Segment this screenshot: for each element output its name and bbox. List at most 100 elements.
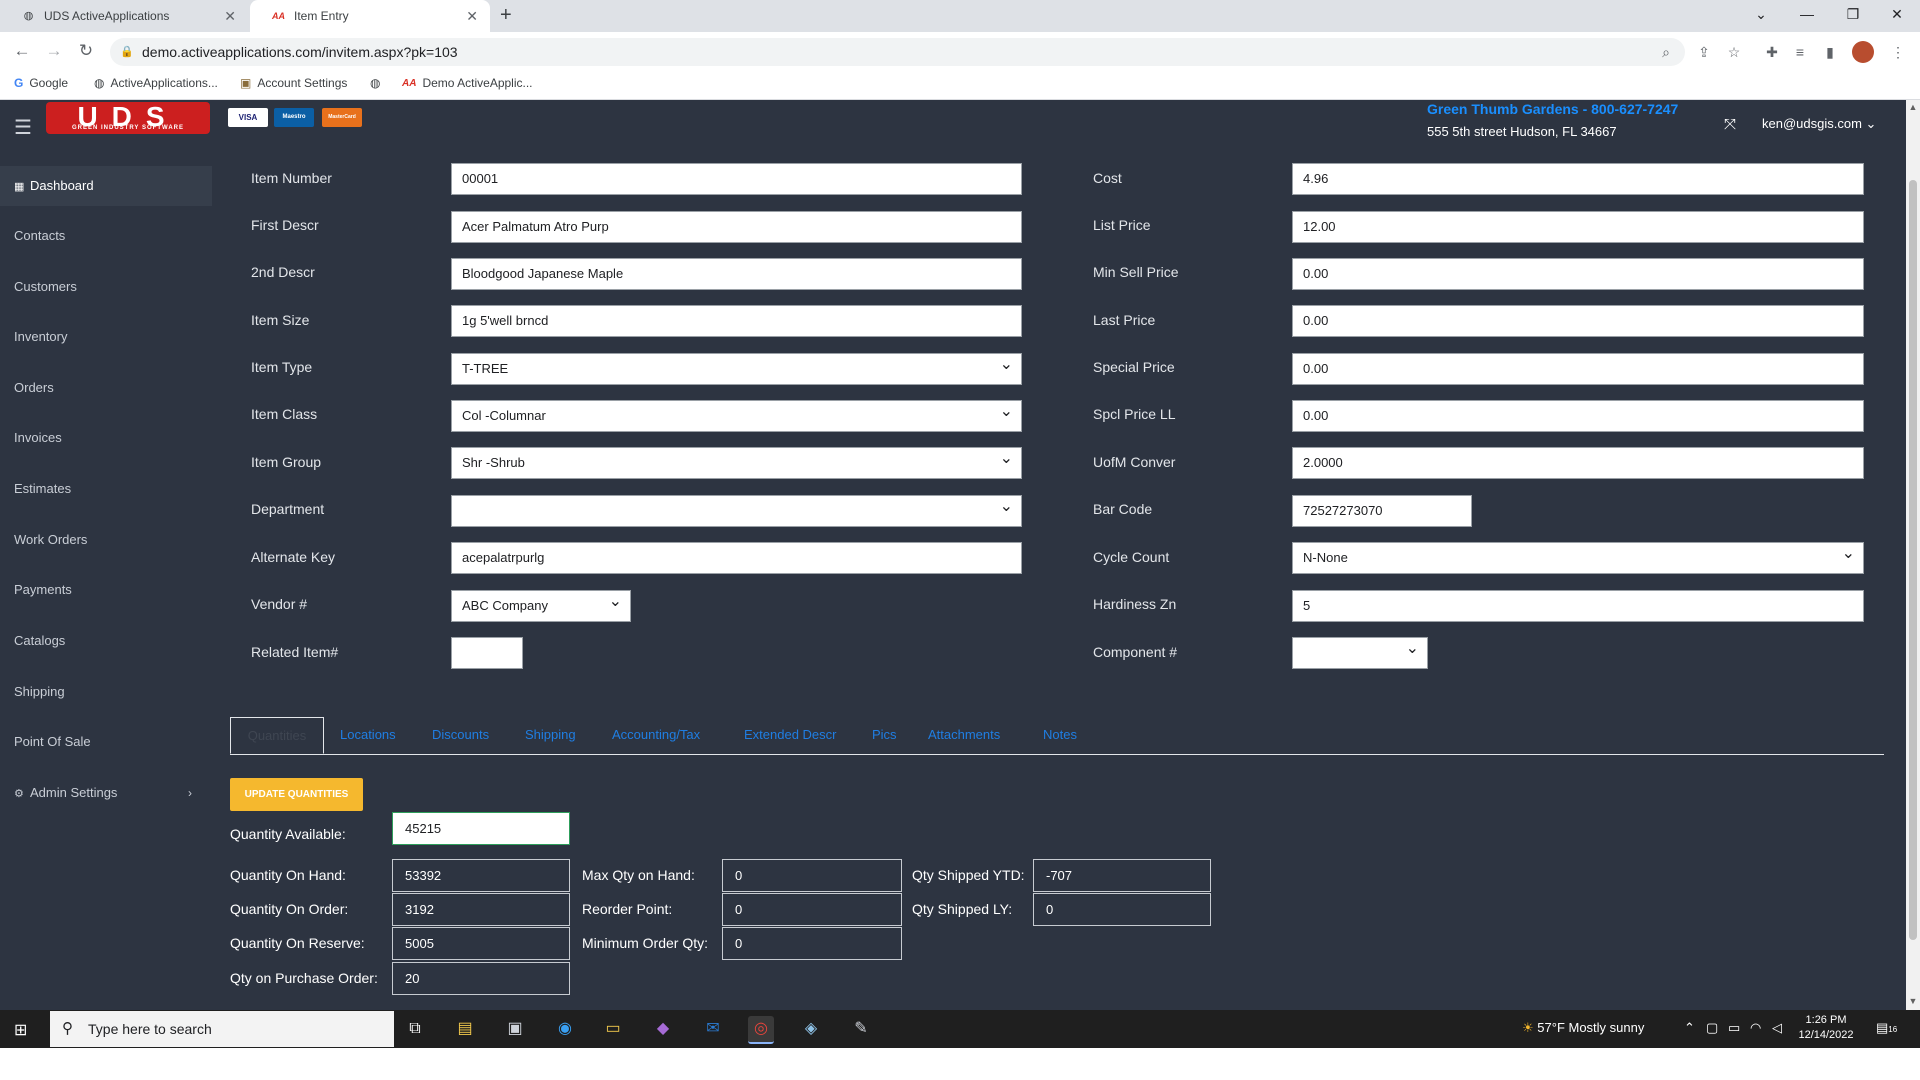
weather-widget[interactable]: ☀ 57°F Mostly sunny (1522, 1020, 1644, 1036)
zoom-icon[interactable]: ⌕ (1656, 42, 1676, 62)
browser-tab-uds[interactable]: ◍ UDS ActiveApplications ✕ (0, 0, 248, 32)
page-scrollbar-thumb[interactable] (1909, 180, 1917, 940)
bookmark-activeapplications[interactable]: ◍ ActiveApplications... (94, 76, 218, 90)
windows-start-icon[interactable]: ⊞ (14, 1020, 27, 1040)
related-item-input[interactable] (451, 637, 523, 669)
fullscreen-icon[interactable]: ⤧ (1724, 116, 1736, 133)
minimize-icon[interactable]: — (1784, 0, 1830, 32)
sidebar-item-point-of-sale[interactable]: Point Of Sale (0, 722, 212, 762)
share-icon[interactable]: ⇪ (1694, 42, 1714, 62)
battery-icon[interactable]: ▭ (1728, 1020, 1740, 1036)
sidebar-item-contacts[interactable]: Contacts (0, 216, 212, 256)
tab-attachments[interactable]: Attachments (928, 727, 1000, 742)
globe-icon[interactable]: ◍ (370, 76, 380, 90)
qty-on-purchase-order-input[interactable]: 20 (392, 962, 570, 995)
sidebar-item-shipping[interactable]: Shipping (0, 672, 212, 712)
vendor-select[interactable]: ABC Company (451, 587, 631, 622)
reorder-point-input[interactable]: 0 (722, 893, 902, 926)
outlook-icon[interactable]: ✉ (700, 1016, 726, 1042)
edge-icon[interactable]: ◉ (552, 1016, 578, 1042)
bookmark-demo-activeapplic[interactable]: AA Demo ActiveApplic... (402, 76, 533, 90)
notifications-icon[interactable]: ▤16 (1876, 1020, 1897, 1036)
tab-search-icon[interactable]: ⌄ (1738, 0, 1784, 32)
tray-chevron-up-icon[interactable]: ⌃ (1684, 1020, 1695, 1036)
bookmark-star-icon[interactable]: ☆ (1724, 42, 1744, 62)
forward-arrow-icon[interactable]: → (43, 40, 65, 62)
user-menu[interactable]: ken@udsgis.com ⌄ (1762, 116, 1876, 132)
tab-locations[interactable]: Locations (340, 727, 396, 742)
spcl-price-ll-input[interactable]: 0.00 (1292, 400, 1864, 432)
tab-notes[interactable]: Notes (1043, 727, 1077, 742)
reading-list-icon[interactable]: ≡ (1790, 42, 1810, 62)
tab-pics[interactable]: Pics (872, 727, 897, 742)
sidebar-item-payments[interactable]: Payments (0, 570, 212, 610)
item-type-select[interactable]: T-TREE (451, 350, 1022, 385)
volume-icon[interactable]: ◁ (1772, 1020, 1782, 1036)
min-sell-price-input[interactable]: 0.00 (1292, 258, 1864, 290)
side-panel-icon[interactable]: ▮ (1820, 42, 1840, 62)
department-select[interactable] (451, 492, 1022, 527)
quantity-on-hand-input[interactable]: 53392 (392, 859, 570, 892)
file-explorer-icon[interactable]: ▭ (600, 1016, 626, 1042)
sidebar-item-catalogs[interactable]: Catalogs (0, 621, 212, 661)
item-size-input[interactable]: 1g 5'well brncd (451, 305, 1022, 337)
tab-quantities[interactable]: Quantities (230, 717, 324, 754)
close-tab-icon[interactable]: ✕ (466, 8, 478, 25)
cost-input[interactable]: 4.96 (1292, 163, 1864, 195)
special-price-input[interactable]: 0.00 (1292, 353, 1864, 385)
tab-discounts[interactable]: Discounts (432, 727, 489, 742)
item-group-select[interactable]: Shr -Shrub (451, 444, 1022, 479)
first-descr-input[interactable]: Acer Palmatum Atro Purp (451, 211, 1022, 243)
quantity-on-reserve-input[interactable]: 5005 (392, 927, 570, 960)
paint-icon[interactable]: ✎ (848, 1016, 874, 1042)
quantity-available-input[interactable]: 45215 (392, 812, 570, 845)
meet-now-icon[interactable]: ▢ (1706, 1020, 1718, 1036)
back-arrow-icon[interactable]: ← (11, 40, 33, 62)
sidebar-item-orders[interactable]: Orders (0, 368, 212, 408)
sticky-notes-icon[interactable]: ▤ (452, 1016, 478, 1042)
chrome-icon[interactable]: ◎ (748, 1016, 774, 1044)
sidebar-item-dashboard[interactable]: ▦ Dashboard (0, 166, 212, 206)
tab-shipping[interactable]: Shipping (525, 727, 576, 742)
bookmark-account-settings[interactable]: ▣ Account Settings (240, 76, 347, 90)
tab-extended-descr[interactable]: Extended Descr (744, 727, 837, 742)
item-number-input[interactable]: 00001 (451, 163, 1022, 195)
minimum-order-qty-input[interactable]: 0 (722, 927, 902, 960)
close-window-icon[interactable]: ✕ (1874, 0, 1920, 32)
wifi-icon[interactable]: ◠ (1750, 1020, 1761, 1036)
new-tab-button[interactable]: + (500, 4, 512, 27)
bar-code-input[interactable]: 72527273070 (1292, 495, 1472, 527)
browser-tab-item-entry[interactable]: AA Item Entry ✕ (250, 0, 490, 32)
update-quantities-button[interactable]: UPDATE QUANTITIES (230, 778, 363, 811)
chrome-menu-icon[interactable]: ⋮ (1888, 42, 1908, 62)
restore-icon[interactable]: ❐ (1830, 0, 1876, 32)
sidebar-item-admin-settings[interactable]: ⚙ Admin Settings › (0, 773, 212, 813)
hardiness-zn-input[interactable]: 5 (1292, 590, 1864, 622)
component-select[interactable] (1292, 634, 1428, 669)
alternate-key-input[interactable]: acepalatrpurlg (451, 542, 1022, 574)
scroll-down-arrow-icon[interactable]: ▼ (1906, 996, 1920, 1006)
reload-icon[interactable]: ↻ (75, 40, 97, 62)
uofm-conver-input[interactable]: 2.0000 (1292, 447, 1864, 479)
sidebar-item-customers[interactable]: Customers (0, 267, 212, 307)
qty-shipped-ytd-input[interactable]: -707 (1033, 859, 1211, 892)
sidebar-item-work-orders[interactable]: Work Orders (0, 520, 212, 560)
extensions-puzzle-icon[interactable]: ✚ (1762, 42, 1782, 62)
last-price-input[interactable]: 0.00 (1292, 305, 1864, 337)
app-icon[interactable]: ◈ (798, 1016, 824, 1042)
hamburger-menu-icon[interactable]: ☰ (14, 115, 32, 140)
second-descr-input[interactable]: Bloodgood Japanese Maple (451, 258, 1022, 290)
tab-accounting-tax[interactable]: Accounting/Tax (612, 727, 700, 742)
max-qty-on-hand-input[interactable]: 0 (722, 859, 902, 892)
cycle-count-select[interactable]: N-None (1292, 539, 1864, 574)
taskbar-clock[interactable]: 1:26 PM 12/14/2022 (1796, 1013, 1856, 1043)
list-price-input[interactable]: 12.00 (1292, 211, 1864, 243)
qty-shipped-ly-input[interactable]: 0 (1033, 893, 1211, 926)
bookmark-google[interactable]: G Google (14, 76, 68, 90)
item-class-select[interactable]: Col -Columnar (451, 397, 1022, 432)
profile-avatar[interactable] (1852, 41, 1874, 63)
address-bar[interactable]: 🔒 demo.activeapplications.com/invitem.as… (110, 38, 1685, 66)
sidebar-item-estimates[interactable]: Estimates (0, 469, 212, 509)
close-tab-icon[interactable]: ✕ (224, 8, 236, 25)
sidebar-item-invoices[interactable]: Invoices (0, 418, 212, 458)
